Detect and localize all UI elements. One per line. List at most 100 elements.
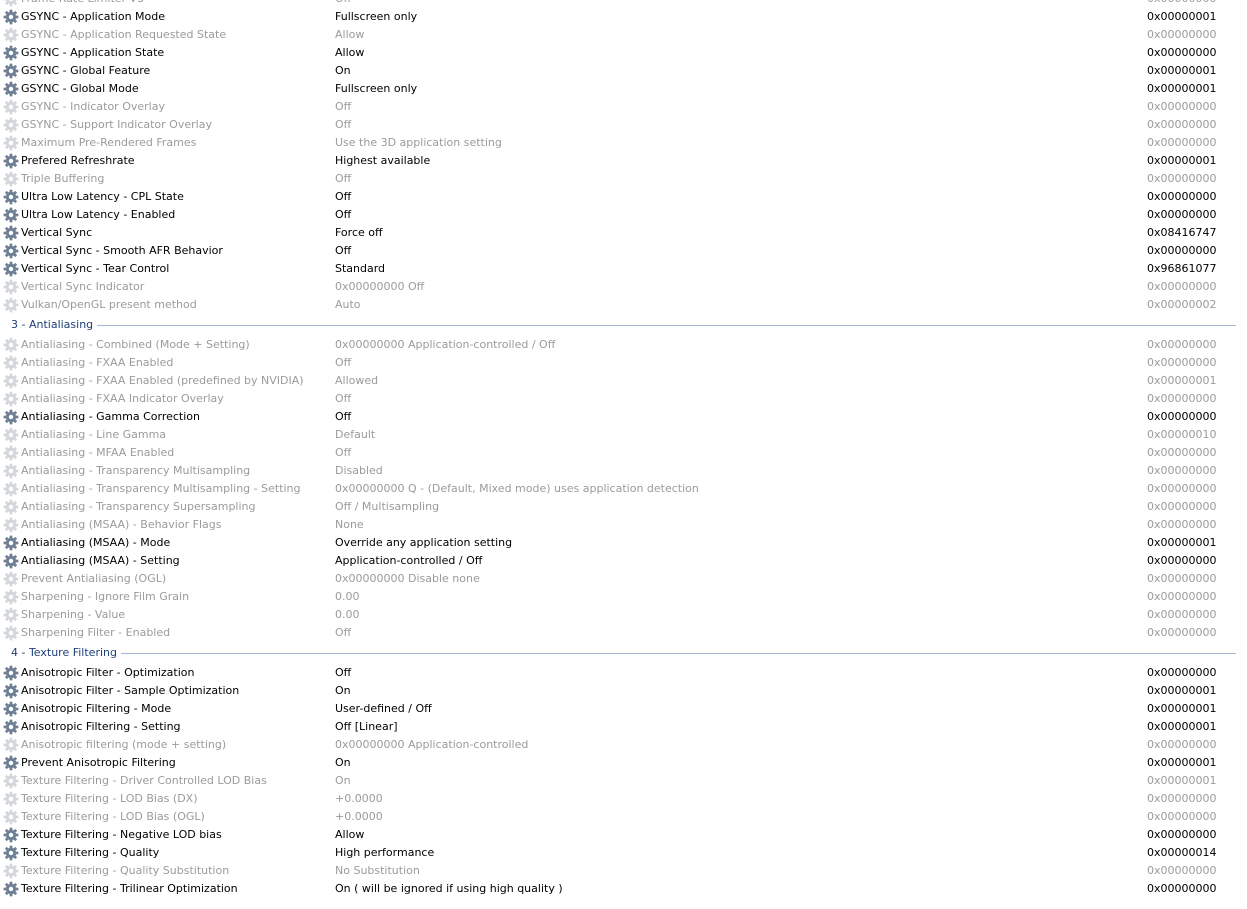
setting-row[interactable]: Antialiasing (MSAA) - Setting Application… — [0, 552, 1247, 570]
setting-row[interactable]: Texture Filtering - LOD Bias (OGL) +0.000… — [0, 808, 1247, 826]
setting-row[interactable]: Anisotropic Filter - Optimization Off 0x00… — [0, 664, 1247, 682]
setting-value[interactable]: Allowed — [335, 372, 378, 390]
setting-row[interactable]: Antialiasing (MSAA) - Mode Override any a… — [0, 534, 1247, 552]
setting-value[interactable]: Off — [335, 116, 351, 134]
setting-row[interactable]: Vertical Sync Force off 0x08416747 — [0, 224, 1247, 242]
setting-row[interactable]: Texture Filtering - Quality High performa… — [0, 844, 1247, 862]
setting-value[interactable]: Off — [335, 170, 351, 188]
setting-row[interactable]: Antialiasing - FXAA Enabled (predefined … — [0, 372, 1247, 390]
setting-value[interactable]: Off — [335, 444, 351, 462]
setting-value[interactable]: No Substitution — [335, 862, 420, 880]
setting-value[interactable]: Off — [335, 354, 351, 372]
setting-value[interactable]: 0x00000000 Application-controlled — [335, 736, 528, 754]
setting-value[interactable]: +0.0000 — [335, 790, 383, 808]
setting-row[interactable]: Sharpening - Ignore Film Grain 0.00 0x0000… — [0, 588, 1247, 606]
setting-row[interactable]: GSYNC - Application State Allow 0x00000000 — [0, 44, 1247, 62]
setting-row[interactable]: Texture Filtering - Quality Substitution… — [0, 862, 1247, 880]
setting-row[interactable]: GSYNC - Global Feature On 0x00000001 — [0, 62, 1247, 80]
setting-row[interactable]: Antialiasing - Combined (Mode + Setting)… — [0, 336, 1247, 354]
setting-value[interactable]: 0x00000000 Off — [335, 278, 424, 296]
setting-row[interactable]: Ultra Low Latency - CPL State Off 0x000000… — [0, 188, 1247, 206]
setting-row[interactable]: Vertical Sync - Tear Control Standard 0x96… — [0, 260, 1247, 278]
setting-row[interactable]: Frame Rate Limiter V3 Off 0x00000000 — [0, 0, 1247, 8]
setting-value[interactable]: Allow — [335, 826, 364, 844]
setting-row[interactable]: GSYNC - Support Indicator Overlay Off 0x00… — [0, 116, 1247, 134]
setting-row[interactable]: Prevent Anisotropic Filtering On 0x0000000… — [0, 754, 1247, 772]
setting-value[interactable]: 0.00 — [335, 606, 360, 624]
setting-value[interactable]: Application-controlled / Off — [335, 552, 482, 570]
setting-value[interactable]: +0.0000 — [335, 808, 383, 826]
setting-row[interactable]: GSYNC - Global Mode Fullscreen only 0x0000… — [0, 80, 1247, 98]
setting-row[interactable]: Antialiasing - Transparency Multisamplin… — [0, 462, 1247, 480]
setting-row[interactable]: GSYNC - Indicator Overlay Off 0x00000000 — [0, 98, 1247, 116]
setting-row[interactable]: Texture Filtering - Trilinear Optimizati… — [0, 880, 1247, 898]
setting-row[interactable]: Prefered Refreshrate Highest available 0x0… — [0, 152, 1247, 170]
gear-icon — [3, 719, 19, 735]
setting-value[interactable]: Allow — [335, 26, 364, 44]
setting-row[interactable]: Vertical Sync Indicator 0x00000000 Off 0x0… — [0, 278, 1247, 296]
setting-value[interactable]: Default — [335, 426, 375, 444]
setting-value[interactable]: Disabled — [335, 462, 383, 480]
setting-value[interactable]: Allow — [335, 44, 364, 62]
setting-row[interactable]: Sharpening Filter - Enabled Off 0x00000000 — [0, 624, 1247, 642]
setting-value[interactable]: Fullscreen only — [335, 80, 417, 98]
setting-row[interactable]: GSYNC - Application Requested State Allow… — [0, 26, 1247, 44]
setting-value[interactable]: Off — [335, 390, 351, 408]
setting-value[interactable]: On — [335, 62, 351, 80]
setting-row[interactable]: Antialiasing - MFAA Enabled Off 0x00000000 — [0, 444, 1247, 462]
setting-row[interactable]: Antialiasing (MSAA) - Behavior Flags None… — [0, 516, 1247, 534]
setting-row[interactable]: Antialiasing - Line Gamma Default 0x000000… — [0, 426, 1247, 444]
setting-value[interactable]: Force off — [335, 224, 383, 242]
setting-value[interactable]: Off / Multisampling — [335, 498, 439, 516]
section-header[interactable]: 4 - Texture Filtering — [0, 642, 1247, 664]
setting-row[interactable]: Ultra Low Latency - Enabled Off 0x00000000 — [0, 206, 1247, 224]
setting-value[interactable]: Use the 3D application setting — [335, 134, 502, 152]
setting-row[interactable]: Anisotropic Filter - Sample Optimization… — [0, 682, 1247, 700]
setting-row[interactable]: Anisotropic Filtering - Setting Off [Line… — [0, 718, 1247, 736]
setting-value[interactable]: Highest available — [335, 152, 430, 170]
setting-value[interactable]: Off [Linear] — [335, 718, 398, 736]
setting-value[interactable]: Off — [335, 242, 351, 260]
setting-value[interactable]: 0x00000000 Disable none — [335, 570, 480, 588]
setting-row[interactable]: Texture Filtering - Negative LOD bias All… — [0, 826, 1247, 844]
setting-row[interactable]: Vertical Sync - Smooth AFR Behavior Off 0x… — [0, 242, 1247, 260]
setting-row[interactable]: Texture Filtering - Driver Controlled LO… — [0, 772, 1247, 790]
setting-row[interactable]: Anisotropic filtering (mode + setting) 0x… — [0, 736, 1247, 754]
setting-value[interactable]: On — [335, 682, 351, 700]
setting-row[interactable]: GSYNC - Application Mode Fullscreen only 0… — [0, 8, 1247, 26]
setting-row[interactable]: Triple Buffering Off 0x00000000 — [0, 170, 1247, 188]
setting-row[interactable]: Sharpening - Value 0.00 0x00000000 — [0, 606, 1247, 624]
setting-value[interactable]: Off — [335, 206, 351, 224]
setting-value[interactable]: Off — [335, 188, 351, 206]
setting-value[interactable]: Off — [335, 624, 351, 642]
setting-row[interactable]: Antialiasing - Transparency Supersamplin… — [0, 498, 1247, 516]
setting-row[interactable]: Prevent Antialiasing (OGL) 0x00000000 Dis… — [0, 570, 1247, 588]
setting-value[interactable]: 0x00000000 Q - (Default, Mixed mode) use… — [335, 480, 699, 498]
setting-row[interactable]: Maximum Pre-Rendered Frames Use the 3D ap… — [0, 134, 1247, 152]
setting-row[interactable]: Antialiasing - Transparency Multisamplin… — [0, 480, 1247, 498]
setting-value[interactable]: Off — [335, 98, 351, 116]
setting-row[interactable]: Texture Filtering - LOD Bias (DX) +0.0000… — [0, 790, 1247, 808]
setting-value[interactable]: None — [335, 516, 364, 534]
setting-row[interactable]: Antialiasing - Gamma Correction Off 0x0000… — [0, 408, 1247, 426]
setting-value[interactable]: Standard — [335, 260, 385, 278]
setting-value[interactable]: On ( will be ignored if using high quali… — [335, 880, 563, 898]
gear-icon — [3, 791, 19, 807]
setting-value[interactable]: User-defined / Off — [335, 700, 432, 718]
setting-value[interactable]: Off — [335, 0, 351, 8]
setting-row[interactable]: Antialiasing - FXAA Enabled Off 0x00000000 — [0, 354, 1247, 372]
setting-value[interactable]: Fullscreen only — [335, 8, 417, 26]
setting-value[interactable]: High performance — [335, 844, 434, 862]
setting-value[interactable]: Off — [335, 664, 351, 682]
setting-row[interactable]: Vulkan/OpenGL present method Auto 0x000000… — [0, 296, 1247, 314]
section-header[interactable]: 3 - Antialiasing — [0, 314, 1247, 336]
setting-value[interactable]: Off — [335, 408, 351, 426]
setting-row[interactable]: Anisotropic Filtering - Mode User-defined… — [0, 700, 1247, 718]
setting-value[interactable]: On — [335, 772, 351, 790]
setting-row[interactable]: Antialiasing - FXAA Indicator Overlay Off… — [0, 390, 1247, 408]
setting-value[interactable]: On — [335, 754, 351, 772]
setting-value[interactable]: Auto — [335, 296, 361, 314]
setting-value[interactable]: Override any application setting — [335, 534, 512, 552]
setting-value[interactable]: 0.00 — [335, 588, 360, 606]
setting-value[interactable]: 0x00000000 Application-controlled / Off — [335, 336, 555, 354]
